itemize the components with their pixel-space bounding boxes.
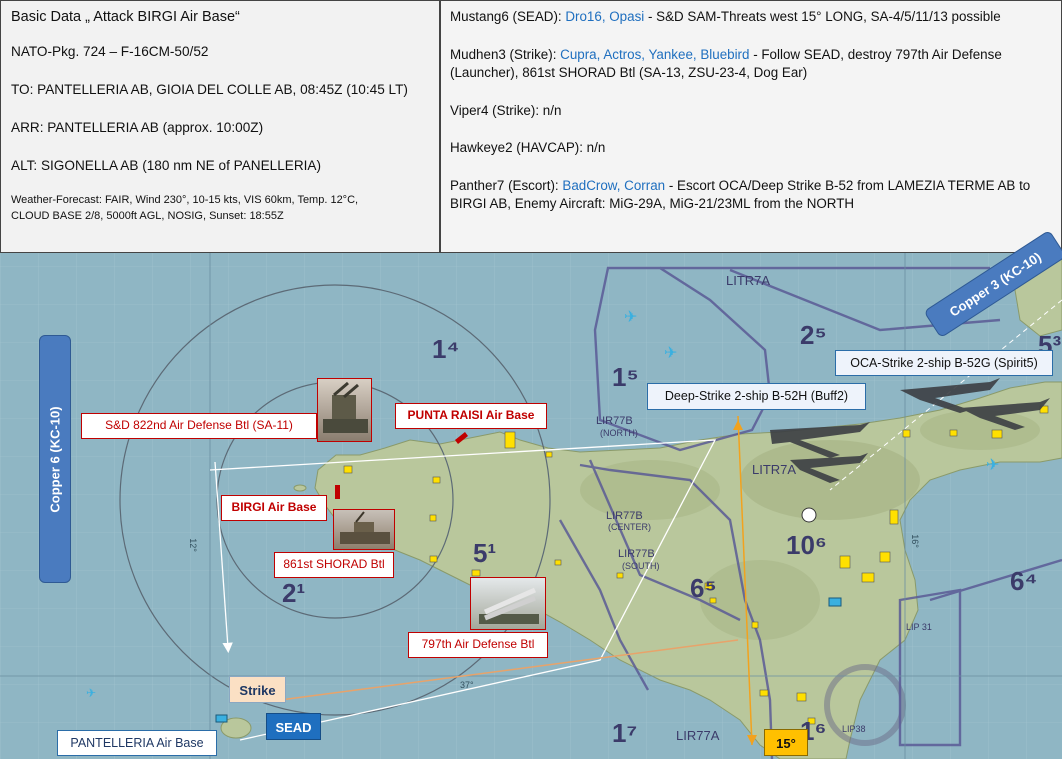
package-line: NATO-Pkg. 724 – F-16CM-50/52: [11, 44, 209, 59]
weather-line: Weather-Forecast: FAIR, Wind 230°, 10-15…: [11, 194, 359, 206]
label-sd-822[interactable]: S&D 822nd Air Defense Btl (SA-11): [81, 413, 317, 439]
tanker-copper6-label: Copper 6 (KC-10): [47, 405, 63, 513]
flight-callsign: Viper4 (Strike): n/n: [450, 102, 562, 118]
flight-callsign: Mustang6 (SEAD):: [450, 9, 566, 24]
flight-entry: Panther7 (Escort): BadCrow, Corran - Esc…: [450, 177, 1052, 214]
label-birgi[interactable]: BIRGI Air Base: [221, 495, 327, 521]
flight-callsign: Mudhen3 (Strike):: [450, 46, 561, 62]
label-ad-797[interactable]: 797th Air Defense Btl: [408, 632, 548, 658]
arrival-line: ARR: PANTELLERIA AB (approx. 10:00Z): [11, 120, 264, 135]
sa11-photo[interactable]: [317, 378, 372, 442]
label-strike[interactable]: Strike: [229, 676, 286, 703]
flight-pilots: Cupra, Actros, Yankee, Bluebird: [560, 46, 750, 62]
label-pantelleria[interactable]: PANTELLERIA Air Base: [57, 730, 217, 756]
weather-line: CLOUD BASE 2/8, 5000ft AGL, NOSIG, Sunse…: [11, 210, 284, 222]
pantelleria-island: [220, 717, 252, 739]
flight-task: - S&D SAM-Threats west 15° LONG, SA-4/5/…: [644, 9, 1001, 24]
flight-callsign: Hawkeye2 (HAVCAP): n/n: [450, 140, 606, 155]
briefing-title: Basic Data „ Attack BIRGI Air Base“: [11, 9, 240, 25]
takeoff-line: TO: PANTELLERIA AB, GIOIA DEL COLLE AB, …: [11, 82, 408, 97]
label-sead[interactable]: SEAD: [266, 713, 321, 740]
label-deep-strike[interactable]: Deep-Strike 2-ship B-52H (Buff2): [647, 383, 866, 410]
sa4-photo[interactable]: [470, 577, 546, 630]
label-punta-raisi[interactable]: PUNTA RAISI Air Base: [395, 403, 547, 429]
flight-pilots: Dro16, Opasi: [565, 9, 645, 24]
alternate-line: ALT: SIGONELLA AB (180 nm NE of PANELLER…: [11, 158, 322, 173]
flight-entry: Mustang6 (SEAD): Dro16, Opasi - S&D SAM-…: [450, 8, 1052, 27]
briefing-panel: Basic Data „ Attack BIRGI Air Base“ NATO…: [0, 0, 440, 253]
flight-pilots: BadCrow, Corran: [562, 177, 666, 193]
label-shorad-861[interactable]: 861st SHORAD Btl: [274, 552, 394, 578]
flights-panel: Mustang6 (SEAD): Dro16, Opasi - S&D SAM-…: [440, 0, 1062, 253]
label-oca-strike[interactable]: OCA-Strike 2-ship B-52G (Spirit5): [835, 350, 1053, 376]
flight-entry: Viper4 (Strike): n/n: [450, 102, 1052, 121]
flight-callsign: Panther7 (Escort):: [450, 177, 563, 193]
tanker-copper6[interactable]: Copper 6 (KC-10): [39, 335, 71, 583]
label-longitude-15[interactable]: 15°: [764, 729, 808, 756]
flight-entry: Hawkeye2 (HAVCAP): n/n: [450, 139, 1052, 158]
shorad-photo[interactable]: [333, 509, 395, 550]
flight-entry: Mudhen3 (Strike): Cupra, Actros, Yankee,…: [450, 46, 1052, 83]
